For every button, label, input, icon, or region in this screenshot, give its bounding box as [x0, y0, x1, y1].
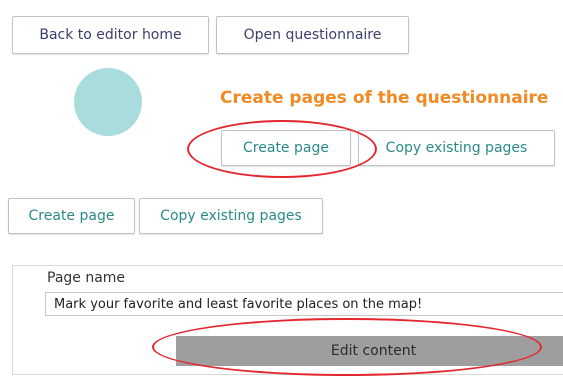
open-questionnaire-button[interactable]: Open questionnaire [216, 16, 409, 54]
back-to-editor-home-button[interactable]: Back to editor home [12, 16, 209, 54]
page-name-input[interactable] [45, 292, 563, 316]
avatar [74, 68, 142, 136]
edit-content-button[interactable]: Edit content [176, 336, 563, 366]
page-title: Create pages of the questionnaire [220, 88, 549, 108]
create-page-button[interactable]: Create page [221, 130, 351, 166]
page-name-label: Page name [47, 270, 126, 286]
create-page-button[interactable]: Create page [8, 198, 135, 234]
copy-existing-pages-button[interactable]: Copy existing pages [139, 198, 323, 234]
copy-existing-pages-button[interactable]: Copy existing pages [358, 130, 555, 166]
